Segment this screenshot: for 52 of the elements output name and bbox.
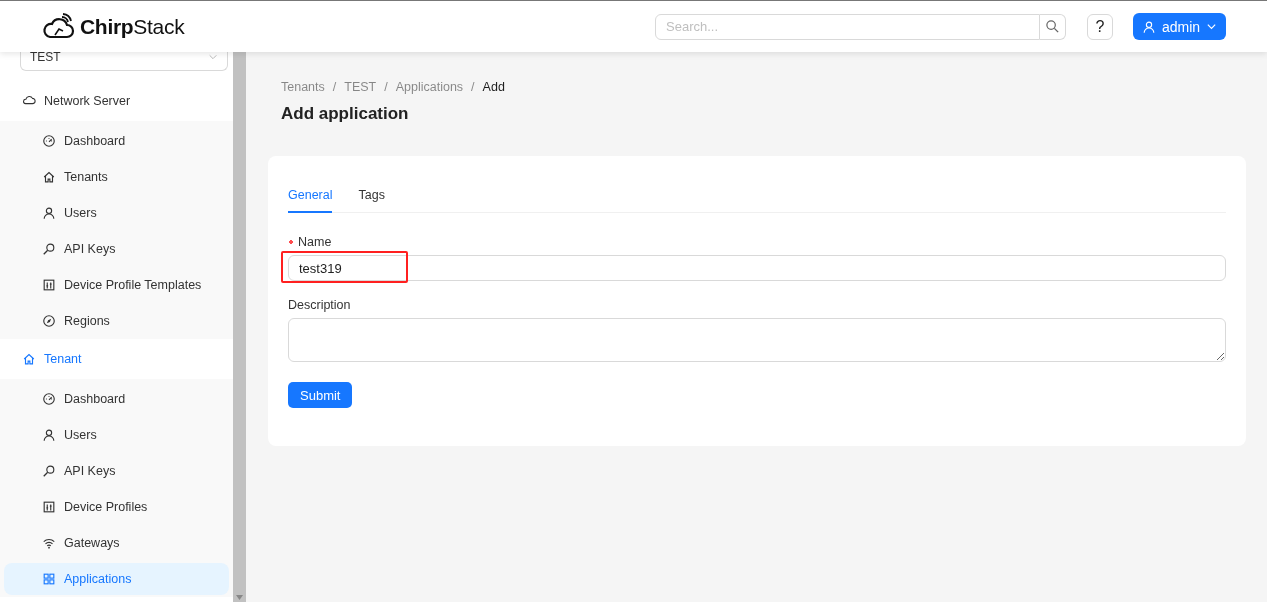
home-icon — [42, 170, 56, 184]
sidebar-item[interactable]: Dashboard — [4, 383, 229, 415]
sidebar-item[interactable]: Dashboard — [4, 125, 229, 157]
sidebar-section[interactable]: Tenant — [0, 339, 233, 379]
grid-icon — [42, 572, 56, 586]
search-icon — [42, 464, 56, 478]
field-label: Description — [288, 298, 351, 312]
logo-text: ChirpStack — [80, 14, 185, 39]
sliders-icon — [42, 500, 56, 514]
dashboard-icon — [42, 392, 56, 406]
page-title: Add application — [281, 104, 410, 124]
sidebar-item[interactable]: Applications — [4, 563, 229, 595]
submit-button[interactable]: Submit — [288, 382, 353, 408]
user-menu-button[interactable]: admin — [1133, 13, 1226, 40]
sidebar-item[interactable]: Gateways — [4, 527, 229, 559]
sidebar-item[interactable]: Users — [4, 419, 229, 451]
breadcrumb-current: Add — [482, 80, 505, 94]
description-textarea[interactable] — [288, 318, 1226, 362]
help-button[interactable]: ? — [1087, 13, 1113, 40]
compass-icon — [42, 314, 56, 328]
breadcrumb-separator: / — [471, 80, 475, 94]
wifi-icon — [42, 536, 56, 550]
sidebar-item[interactable]: Tenants — [4, 161, 229, 193]
user-icon — [42, 206, 56, 220]
sidebar-item[interactable]: Regions — [4, 305, 229, 337]
breadcrumb-separator: / — [384, 80, 388, 94]
sidebar-item[interactable]: Users — [4, 197, 229, 229]
search-icon — [42, 242, 56, 256]
sidebar-item[interactable]: API Keys — [4, 455, 229, 487]
scroll-down-icon — [236, 595, 243, 600]
caret-icon — [1206, 21, 1218, 32]
search-button[interactable] — [1040, 13, 1066, 40]
sidebar-item[interactable]: Device Profile Templates — [4, 269, 229, 301]
sliders-icon — [42, 278, 56, 292]
field-label: Name — [298, 235, 332, 249]
sidebar-section[interactable]: Network Server — [0, 81, 233, 121]
cloud-logo-icon — [42, 12, 76, 41]
breadcrumb-separator: / — [332, 80, 337, 94]
dashboard-icon — [42, 134, 56, 148]
user-icon — [42, 428, 56, 442]
sidebar-item[interactable]: Device Profiles — [4, 491, 229, 523]
search-icon — [1045, 19, 1060, 34]
user-icon — [1141, 19, 1156, 34]
sidebar-item[interactable]: API Keys — [4, 233, 229, 265]
tab[interactable]: Tags — [358, 181, 385, 213]
tab[interactable]: General — [288, 181, 333, 213]
scrollbar[interactable] — [233, 52, 246, 602]
caret-icon — [208, 52, 218, 62]
tenant-select[interactable]: TEST — [20, 52, 228, 71]
search-field[interactable]: Search... — [655, 13, 1040, 40]
name-input[interactable]: test319 — [288, 255, 1226, 281]
home-icon — [22, 352, 36, 366]
